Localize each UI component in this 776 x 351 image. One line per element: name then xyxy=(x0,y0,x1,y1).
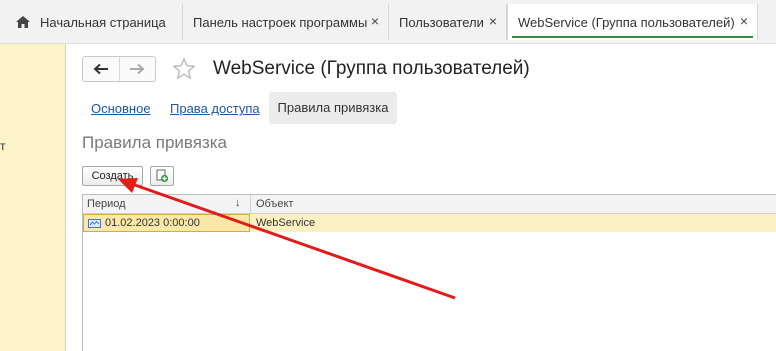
left-panel-text-fragment: т xyxy=(0,139,6,153)
close-icon[interactable]: × xyxy=(486,14,500,28)
copy-button[interactable] xyxy=(150,166,174,186)
navigation-buttons xyxy=(82,56,156,82)
table-row[interactable]: 01.02.2023 0:00:00 WebService xyxy=(83,214,776,232)
column-divider[interactable] xyxy=(250,195,251,214)
forward-button[interactable] xyxy=(118,57,156,81)
tab-users[interactable]: Пользователи × xyxy=(389,4,507,40)
tab-label: Панель настроек программы xyxy=(193,14,368,30)
section-heading: Правила привязка xyxy=(82,133,228,152)
binding-rules-table[interactable]: Период ↓ Объект 01.02.2023 0:00:00 WebSe… xyxy=(82,194,776,351)
tab-home-label: Начальная страница xyxy=(40,14,166,30)
star-icon[interactable] xyxy=(172,57,196,81)
copy-add-icon xyxy=(156,169,169,183)
tab-label: WebService (Группа пользователей) xyxy=(518,14,735,30)
sort-arrow-icon: ↓ xyxy=(235,197,241,209)
active-tab-indicator xyxy=(512,36,753,38)
object-value[interactable]: WebService xyxy=(256,217,315,229)
arrow-left-icon xyxy=(93,63,108,75)
tab-label: Пользователи xyxy=(399,14,484,30)
record-icon xyxy=(88,218,101,228)
column-header-period[interactable]: Период xyxy=(87,198,126,210)
home-icon xyxy=(16,16,30,28)
left-panel: т xyxy=(0,44,66,351)
section-link-main[interactable]: Основное xyxy=(91,101,151,116)
close-icon[interactable]: × xyxy=(737,14,751,28)
tab-settings-panel[interactable]: Панель настроек программы × xyxy=(183,4,389,40)
table-header: Период ↓ Объект xyxy=(83,195,776,214)
section-link-access-rights[interactable]: Права доступа xyxy=(170,101,260,116)
tab-bar: Начальная страница Панель настроек прогр… xyxy=(0,0,776,44)
arrow-right-icon xyxy=(130,63,145,75)
section-link-binding-rules[interactable]: Правила привязка xyxy=(269,92,397,124)
close-icon[interactable]: × xyxy=(368,14,382,28)
tab-webservice-group[interactable]: WebService (Группа пользователей) × xyxy=(507,4,758,40)
cell-period[interactable]: 01.02.2023 0:00:00 xyxy=(83,214,250,232)
back-button[interactable] xyxy=(83,57,119,81)
period-value: 01.02.2023 0:00:00 xyxy=(105,217,200,229)
tab-home[interactable]: Начальная страница xyxy=(0,4,183,40)
create-button[interactable]: Создать xyxy=(82,166,143,186)
column-header-object[interactable]: Объект xyxy=(256,198,293,210)
page-title: WebService (Группа пользователей) xyxy=(213,58,530,79)
